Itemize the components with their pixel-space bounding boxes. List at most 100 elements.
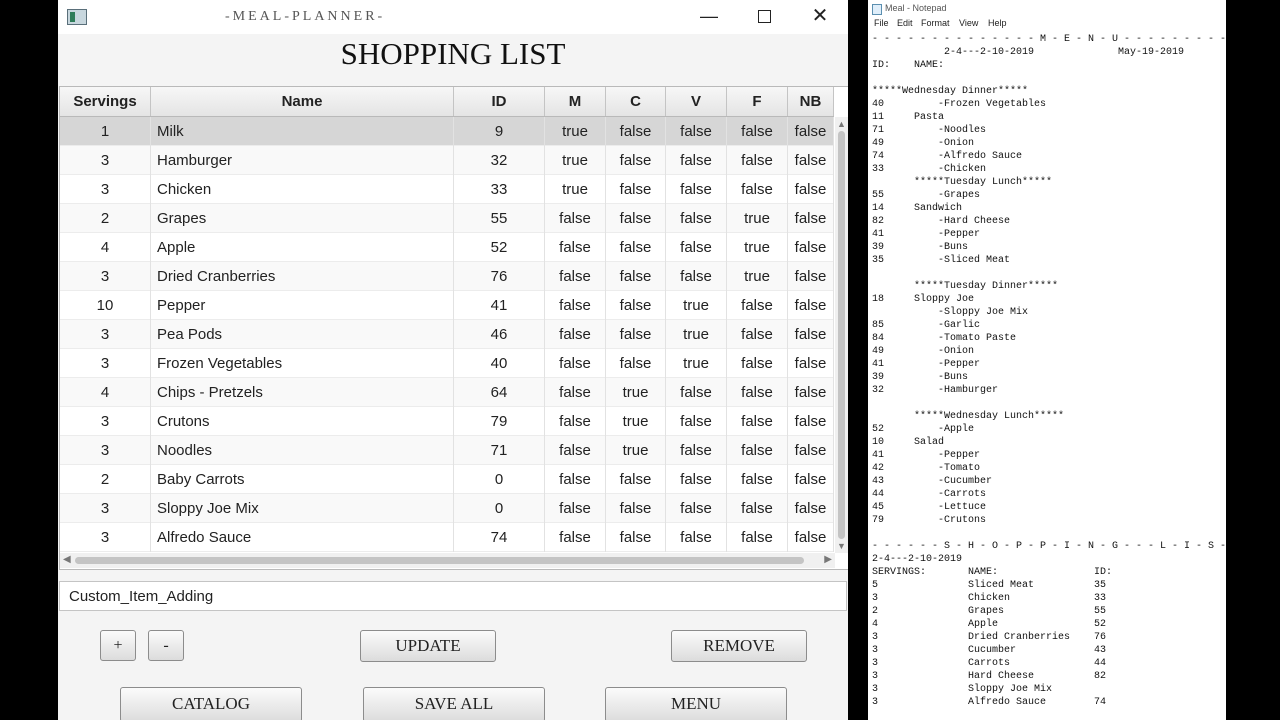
notepad-line: 43 -Cucumber [872,476,993,487]
cell-id: 76 [454,262,545,291]
table-row[interactable]: 2 Baby Carrots 0 false false false false false [60,465,834,494]
notepad-line: 44 -Carrots [872,489,987,500]
scroll-down-icon[interactable]: ▼ [837,541,846,551]
table-row[interactable]: 3 Hamburger 32 true false false false false [60,146,834,175]
notepad-line: 4 Apple 52 [872,619,1107,630]
window-title: -MEAL-PLANNER- [225,9,386,24]
custom-item-input[interactable] [59,581,847,611]
cell-servings: 3 [60,436,151,465]
cell-c: true [606,378,666,407]
column-header-c[interactable]: C [606,87,666,116]
scroll-up-icon[interactable]: ▲ [837,119,846,129]
notepad-line: 82 -Hard Cheese [872,216,1011,227]
catalog-button[interactable]: CATALOG [120,687,302,720]
cell-v: false [666,465,727,494]
increase-servings-button[interactable]: + [100,630,136,661]
menu-view[interactable]: View [959,18,978,28]
notepad-line: 39 -Buns [872,242,969,253]
column-header-id[interactable]: ID [454,87,545,116]
notepad-text-area[interactable]: - - - - - - - - - - - - - - M - E - N - … [872,33,1226,709]
table-row[interactable]: 3 Frozen Vegetables 40 false false true false f… [60,349,834,378]
cell-nb: false [788,291,834,320]
notepad-line [872,397,1226,410]
notepad-line: 33 -Chicken [872,164,987,175]
table-row[interactable]: 1 Milk 9 true false false false false [60,117,834,146]
vertical-scroll-thumb[interactable] [838,131,845,539]
cell-nb: false [788,407,834,436]
minimize-button[interactable]: — [695,4,723,28]
notepad-line: 85 -Garlic [872,320,981,331]
column-header-m[interactable]: M [545,87,606,116]
table-row[interactable]: 4 Apple 52 false false false true false [60,233,834,262]
scroll-left-icon[interactable]: ◀ [63,554,71,565]
shopping-list-table[interactable]: Servings Name ID M C V F NB 1 Milk 9 true fa… [59,86,848,570]
notepad-line: 10 Salad [872,437,945,448]
notepad-line: 41 -Pepper [872,450,981,461]
cell-f: false [727,494,788,523]
menu-format[interactable]: Format [921,18,950,28]
notepad-line: 49 -Onion [872,346,975,357]
horizontal-scrollbar[interactable]: ◀ ▶ [60,553,835,568]
table-row[interactable]: 3 Pea Pods 46 false false true false false [60,320,834,349]
table-row[interactable]: 3 Noodles 71 false true false false false [60,436,834,465]
cell-v: false [666,523,727,552]
notepad-line: - - - - - - S - H - O - P - P - I - N - … [872,541,1226,552]
notepad-line: 3 Sloppy Joe Mix [872,684,1053,695]
column-header-nb[interactable]: NB [788,87,834,116]
menu-help[interactable]: Help [988,18,1007,28]
cell-f: false [727,175,788,204]
scroll-right-icon[interactable]: ▶ [824,554,832,565]
update-button[interactable]: UPDATE [360,630,496,662]
table-row[interactable]: 3 Crutons 79 false true false false false [60,407,834,436]
table-row[interactable]: 4 Chips - Pretzels 64 false true false false fa… [60,378,834,407]
cell-m: false [545,523,606,552]
cell-f: false [727,320,788,349]
menu-file[interactable]: File [874,18,889,28]
table-row[interactable]: 3 Chicken 33 true false false false false [60,175,834,204]
cell-nb: false [788,117,834,146]
notepad-line [872,527,1226,540]
remove-button[interactable]: REMOVE [671,630,807,662]
notepad-line: 39 -Buns [872,372,969,383]
horizontal-scroll-thumb[interactable] [75,557,804,564]
table-row[interactable]: 3 Dried Cranberries 76 false false false true f… [60,262,834,291]
cell-nb: false [788,233,834,262]
cell-f: false [727,146,788,175]
cell-v: false [666,204,727,233]
notepad-menu-bar: File Edit Format View Help [868,16,1226,31]
cell-servings: 3 [60,320,151,349]
cell-m: true [545,175,606,204]
cell-id: 0 [454,494,545,523]
notepad-line: 32 -Hamburger [872,385,999,396]
table-row[interactable]: 3 Alfredo Sauce 74 false false false false fals… [60,523,834,552]
notepad-line: 84 -Tomato Paste [872,333,1017,344]
table-row[interactable]: 2 Grapes 55 false false false true false [60,204,834,233]
notepad-line: 41 -Pepper [872,229,981,240]
cell-v: true [666,291,727,320]
cell-c: false [606,494,666,523]
decrease-servings-button[interactable]: - [148,630,184,661]
vertical-scrollbar[interactable]: ▲ ▼ [835,117,848,553]
notepad-line: 3 Chicken 33 [872,593,1107,604]
notepad-line: *****Tuesday Dinner***** [872,281,1059,292]
cell-nb: false [788,175,834,204]
notepad-line: 42 -Tomato [872,463,981,474]
table-header: Servings Name ID M C V F NB [60,87,834,117]
table-row[interactable]: 3 Sloppy Joe Mix 0 false false false false fals… [60,494,834,523]
cell-m: false [545,233,606,262]
cell-id: 46 [454,320,545,349]
column-header-name[interactable]: Name [151,87,454,116]
column-header-servings[interactable]: Servings [60,87,151,116]
close-button[interactable]: ✕ [806,4,834,28]
cell-c: false [606,349,666,378]
table-row[interactable]: 10 Pepper 41 false false true false false [60,291,834,320]
column-header-v[interactable]: V [666,87,727,116]
title-bar: -MEAL-PLANNER- — ✕ [58,0,848,34]
menu-button[interactable]: MENU [605,687,787,720]
cell-name: Pepper [151,291,454,320]
column-header-f[interactable]: F [727,87,788,116]
maximize-button[interactable] [750,4,778,28]
save-all-button[interactable]: SAVE ALL [363,687,545,720]
cell-nb: false [788,349,834,378]
menu-edit[interactable]: Edit [897,18,913,28]
